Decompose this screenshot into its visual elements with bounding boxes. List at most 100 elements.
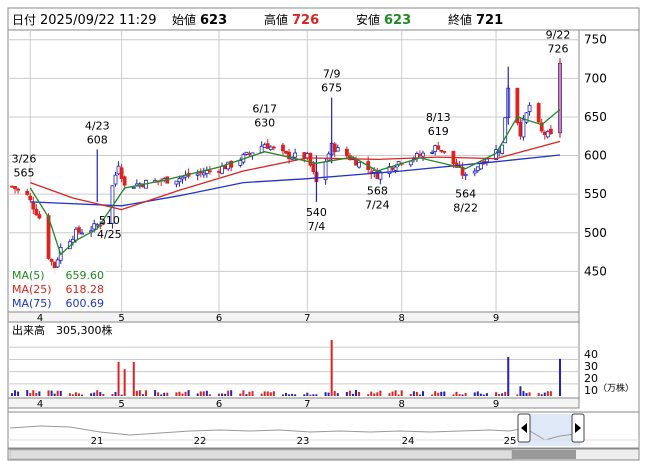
volume-bar-113 <box>495 392 498 396</box>
volume-bar-110 <box>479 393 482 396</box>
volume-bar-7 <box>38 391 41 396</box>
annotation-4-25: 5104/25 <box>97 214 122 241</box>
volume-bar-78 <box>345 392 348 396</box>
volume-bar-51 <box>227 390 230 396</box>
navigator-label-25: 25 <box>504 436 517 447</box>
volume-bar-14 <box>71 394 74 396</box>
volume-bar-96 <box>418 394 421 396</box>
month-label-lower-8: 8 <box>399 399 405 410</box>
candle-body-120 <box>521 119 526 138</box>
annotation-value-7-4: 7/4 <box>308 220 326 233</box>
volume-bar-35 <box>160 394 163 396</box>
volume-bar-16 <box>77 393 80 396</box>
volume-bar-12 <box>59 390 62 396</box>
candle-body-11 <box>55 259 60 268</box>
volume-bar-42 <box>187 390 190 396</box>
candle-body-82 <box>357 161 361 168</box>
volume-bar-1 <box>14 390 17 396</box>
volume-bar-50 <box>224 393 227 396</box>
navigator-label-23: 23 <box>297 436 310 447</box>
volume-bar-93 <box>409 393 412 396</box>
volume-bar-19 <box>93 392 96 396</box>
candle-body-48 <box>217 171 221 173</box>
legend-ma25-label: MA(25) <box>12 283 52 296</box>
candle-body-107 <box>463 173 468 177</box>
candle-body-119 <box>518 122 523 137</box>
volume-bar-99 <box>434 391 437 396</box>
annotation-value-9-22: 726 <box>548 42 569 55</box>
candle-body-58 <box>259 145 264 154</box>
open-value: 623 <box>200 13 227 28</box>
volume-bar-69 <box>306 392 309 396</box>
horizontal-scrollbar[interactable] <box>7 448 640 461</box>
volume-bar-77 <box>336 393 339 396</box>
volume-bar-6 <box>35 393 38 396</box>
volume-bar-23 <box>111 393 114 396</box>
month-label-lower-9: 9 <box>493 399 499 410</box>
volume-bar-97 <box>422 391 424 396</box>
annotation-date-7-9: 7/9 <box>323 68 341 81</box>
volume-bar-45 <box>202 391 205 396</box>
volume-bar-39 <box>178 391 181 396</box>
volume-bar-102 <box>443 391 446 396</box>
candle-body-16 <box>77 227 81 233</box>
candle-body-55 <box>244 151 249 155</box>
candle-body-62 <box>271 146 276 149</box>
volume-bar-21 <box>99 392 102 396</box>
volume-bar-114 <box>498 394 501 396</box>
close-value: 721 <box>476 13 503 28</box>
candle-body-71 <box>311 163 316 172</box>
candle-body-49 <box>220 165 224 174</box>
volume-bar-101 <box>440 391 443 396</box>
candle-body-61 <box>268 146 273 150</box>
volume-bar-65 <box>288 394 291 396</box>
volume-bar-40 <box>181 393 184 396</box>
volume-bar-94 <box>412 391 415 396</box>
candle-body-108 <box>472 170 477 174</box>
legend-ma25-value: 618.28 <box>66 283 105 296</box>
volume-bar-20 <box>96 390 99 396</box>
volume-bar-33 <box>154 390 157 396</box>
candle-body-4 <box>28 195 33 201</box>
annotation-7-24: 5687/24 <box>365 184 390 211</box>
volume-bar-61 <box>269 392 272 396</box>
candle-body-7 <box>37 214 42 219</box>
volume-bar-11 <box>56 390 59 396</box>
candle-body-39 <box>177 178 182 183</box>
candle-body-56 <box>247 153 252 155</box>
volume-bar-68 <box>303 394 306 396</box>
annotation-date-3-26: 3/26 <box>12 153 37 166</box>
volume-bar-18 <box>90 393 93 396</box>
navigator-right-handle[interactable] <box>571 413 585 443</box>
price-tick-700: 700 <box>584 71 607 85</box>
volume-bar-52 <box>230 390 233 396</box>
scrollbar-thumb[interactable] <box>9 449 513 460</box>
annotation-date-4-25: 510 <box>99 214 120 227</box>
volume-bar-89 <box>391 391 394 396</box>
scrollbar-active-segment[interactable] <box>512 450 576 459</box>
annotation-date-7-24: 568 <box>367 184 388 197</box>
volume-bar-37 <box>166 392 169 396</box>
navigator-label-24: 24 <box>402 436 415 447</box>
volume-bar-10 <box>53 393 56 396</box>
candle-body-17 <box>80 232 84 235</box>
candle-body-25 <box>116 165 121 175</box>
candle-body-77 <box>335 147 340 152</box>
volume-bar-116 <box>504 391 507 396</box>
volume-bar-24 <box>114 392 117 396</box>
volume-bar-87 <box>379 390 382 396</box>
candle-body-98 <box>430 152 435 154</box>
volume-bar-30 <box>138 390 141 396</box>
navigator-left-handle[interactable] <box>517 413 531 443</box>
candle-body-2 <box>16 188 20 191</box>
volume-bar-85 <box>373 393 376 396</box>
candle-body-46 <box>204 170 209 174</box>
volume-bar-123 <box>537 393 540 396</box>
annotation-value-3-26: 565 <box>14 167 35 180</box>
candle-body-74 <box>326 153 331 161</box>
candle-body-114 <box>497 150 502 153</box>
volume-bar-79 <box>348 390 351 396</box>
volume-bar-60 <box>266 391 269 396</box>
volume-bar-27 <box>123 369 126 396</box>
range-navigator[interactable]: 21 22 23 24 25 <box>7 411 640 449</box>
